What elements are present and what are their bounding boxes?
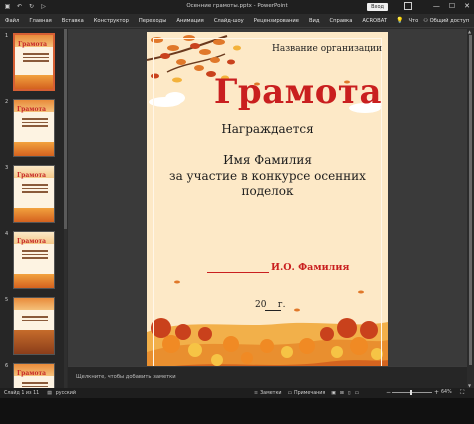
thumbnail-title: Грамота — [18, 41, 48, 48]
slide-counter: Слайд 1 из 11 — [4, 390, 40, 396]
tab-design[interactable]: Конструктор — [89, 18, 134, 24]
slide-thumbnail[interactable]: Грамота — [13, 99, 55, 157]
language-indicator[interactable]: русский — [56, 391, 76, 396]
thumbnail-number: 1 — [5, 33, 9, 39]
share-label: Общий доступ — [429, 17, 470, 24]
signin-button[interactable]: Вход — [367, 3, 388, 11]
thumbnail-title: Грамота — [17, 106, 47, 113]
thumbnails-scrollbar[interactable] — [64, 29, 67, 388]
comments-icon[interactable]: ▭ — [287, 391, 292, 396]
window-title: Осенние грамоты.pptx - PowerPoint — [186, 3, 288, 9]
year-underline — [265, 310, 281, 311]
year-prefix: 20 — [255, 300, 267, 310]
tell-me-search[interactable]: Что — [404, 18, 424, 24]
tab-review[interactable]: Рецензирование — [249, 18, 304, 24]
tab-home[interactable]: Главная — [24, 18, 56, 24]
zoom-level[interactable]: 64% — [441, 390, 452, 395]
status-row: Слайд 1 из 11 ▤ русский ≡ Заметки ▭ Прим… — [0, 388, 474, 398]
notes-pane[interactable]: Щелкните, чтобы добавить заметки — [68, 366, 467, 388]
zoom-in-icon[interactable]: + — [434, 389, 439, 396]
tab-view[interactable]: Вид — [304, 18, 325, 24]
recipient-name[interactable]: Имя Фамилия — [147, 153, 388, 167]
taskbar-area — [0, 398, 474, 424]
minimize-button[interactable]: — — [433, 2, 440, 11]
thumbnail-number: 3 — [5, 165, 9, 171]
thumbnail-title: Грамота — [17, 172, 47, 179]
notes-icon[interactable]: ≡ — [254, 391, 258, 396]
tab-slideshow[interactable]: Слайд-шоу — [209, 18, 249, 24]
certificate-title[interactable]: Грамота — [147, 72, 388, 112]
thumbnail-number: 6 — [5, 363, 9, 369]
slideshow-view-icon[interactable]: ▭ — [355, 391, 360, 396]
zoom-slider[interactable] — [392, 392, 432, 393]
thumbnail-text-lines — [22, 316, 48, 323]
thumbnail-number: 4 — [5, 231, 9, 237]
scrollbar-thumb[interactable] — [64, 29, 67, 229]
zoom-value: 64 — [441, 390, 448, 395]
maximize-button[interactable]: ☐ — [449, 2, 455, 11]
organization-name[interactable]: Название организации — [272, 44, 382, 54]
scroll-up-icon[interactable]: ▲ — [468, 29, 471, 34]
tab-animations[interactable]: Анимация — [171, 18, 208, 24]
slide-thumbnail[interactable]: Грамота — [13, 231, 55, 289]
thumbnail-forest — [15, 75, 53, 89]
workspace-scrollbar[interactable]: ▲ ▼ — [467, 29, 474, 388]
comments-toggle[interactable]: Примечания — [294, 391, 325, 396]
status-bar: Слайд 1 из 11 ▤ русский ≡ Заметки ▭ Прим… — [0, 388, 474, 424]
lightbulb-icon[interactable]: 💡 — [396, 17, 403, 24]
signature-line — [207, 272, 269, 273]
spellcheck-icon[interactable]: ▤ — [47, 391, 52, 396]
slide-sorter-icon[interactable]: ⊞ — [340, 391, 344, 396]
tab-acrobat[interactable]: ACROBAT — [357, 18, 392, 24]
slide-thumbnail[interactable] — [13, 297, 55, 355]
thumbnail-number: 2 — [5, 99, 9, 105]
thumbnail-leaves — [14, 298, 54, 310]
tab-transitions[interactable]: Переходы — [134, 18, 172, 24]
notes-placeholder: Щелкните, чтобы добавить заметки — [76, 374, 176, 380]
zoom-out-icon[interactable]: − — [386, 389, 391, 396]
slide-thumbnail[interactable]: Грамота — [13, 165, 55, 223]
ribbon-display-options-icon[interactable] — [404, 2, 412, 10]
signer-name[interactable]: И.О. Фамилия — [271, 262, 349, 273]
ribbon-tabs: Файл Главная Вставка Конструктор Переход… — [0, 14, 474, 28]
powerpoint-window: ▣ ↶ ↻ ▷ Осенние грамоты.pptx - PowerPoin… — [0, 0, 474, 424]
thumbnail-number: 5 — [5, 297, 9, 303]
tab-insert[interactable]: Вставка — [57, 18, 89, 24]
reason-line-1[interactable]: за участие в конкурсе осенних — [147, 169, 388, 183]
thumbnail-title: Грамота — [17, 370, 47, 377]
tab-help[interactable]: Справка — [325, 18, 358, 24]
slide-thumbnail[interactable]: Грамота — [13, 33, 55, 91]
thumbnail-text-lines — [22, 250, 48, 261]
share-button[interactable]: ⚇ Общий доступ — [423, 18, 469, 24]
slide-thumbnails-pane: 1 Грамота 2 Грамота 3 Грамота 4 Грамота … — [0, 29, 66, 388]
thumbnail-forest — [14, 330, 54, 354]
thumbnail-text-lines — [22, 184, 48, 195]
fit-to-window-icon[interactable]: ⛶ — [460, 389, 464, 397]
reading-view-icon[interactable]: ▯ — [348, 391, 351, 396]
thumbnail-forest — [14, 274, 54, 288]
window-controls: — ☐ ✕ — [433, 2, 470, 11]
year-suffix: г. — [277, 300, 286, 310]
thumbnail-text-lines — [23, 53, 49, 64]
normal-view-icon[interactable]: ▣ — [331, 391, 336, 396]
title-bar: ▣ ↶ ↻ ▷ Осенние грамоты.pptx - PowerPoin… — [0, 0, 474, 14]
close-button[interactable]: ✕ — [464, 2, 470, 11]
tab-file[interactable]: Файл — [0, 18, 24, 24]
thumbnail-forest — [14, 142, 54, 156]
thumbnail-text-lines — [22, 118, 48, 129]
slide-canvas[interactable]: Название организации Грамота Награждаетс… — [147, 32, 388, 386]
reason-line-2[interactable]: поделок — [147, 184, 388, 198]
notes-toggle[interactable]: Заметки — [260, 391, 281, 396]
zoom-slider-handle[interactable] — [410, 390, 412, 395]
date-field[interactable]: 20 г. — [255, 300, 285, 310]
awarded-text[interactable]: Награждается — [147, 122, 388, 136]
scrollbar-thumb[interactable] — [469, 35, 472, 365]
thumbnail-title: Грамота — [17, 238, 47, 245]
slide-thumbnail[interactable]: Грамота — [13, 363, 55, 388]
thumbnail-forest — [14, 208, 54, 222]
